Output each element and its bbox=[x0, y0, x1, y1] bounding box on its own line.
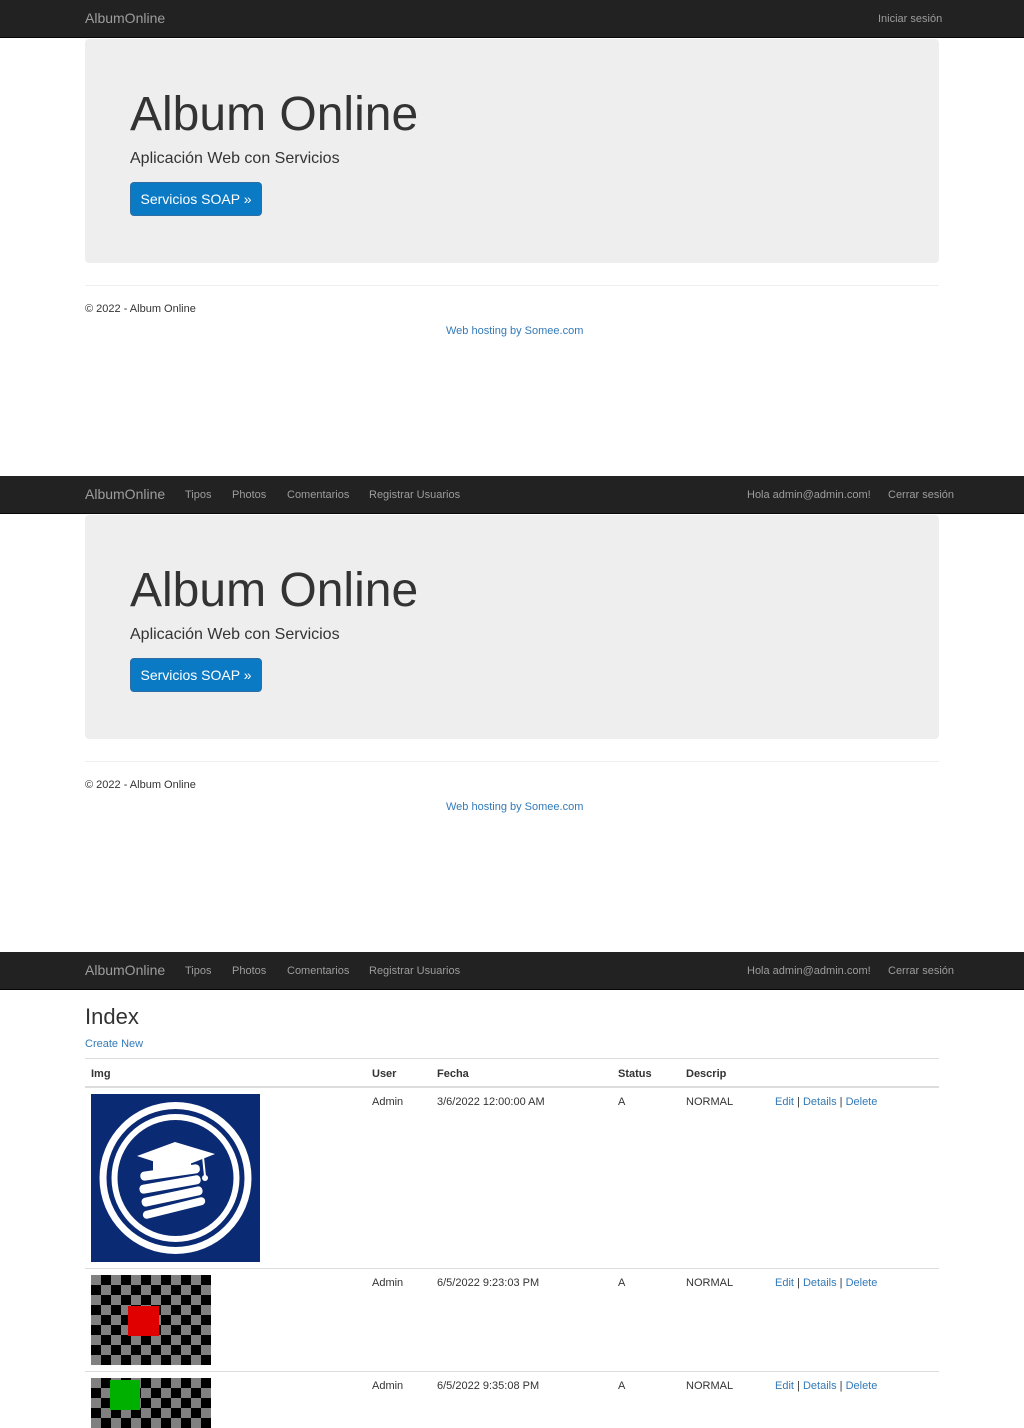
row-actions: Edit | Details | Delete bbox=[775, 1096, 877, 1108]
footer-divider bbox=[85, 285, 939, 286]
cell-user: Admin bbox=[372, 1277, 404, 1289]
row-actions: Edit | Details | Delete bbox=[775, 1380, 877, 1392]
cell-fecha: 6/5/2022 9:35:08 PM bbox=[437, 1380, 540, 1392]
cell-descrip: NORMAL bbox=[686, 1096, 734, 1108]
brand-link[interactable]: AlbumOnline bbox=[85, 10, 165, 26]
login-link[interactable]: Iniciar sesión bbox=[878, 13, 942, 25]
nav-item-tipos[interactable]: Tipos bbox=[185, 489, 212, 501]
photo-thumbnail-graduation-logo bbox=[91, 1094, 260, 1262]
user-greeting-link[interactable]: Hola admin@admin.com! bbox=[747, 489, 871, 501]
table-header-border bbox=[85, 1086, 939, 1088]
jumbotron-title: Album Online bbox=[130, 564, 419, 617]
jumbotron-lead: Aplicación Web con Servicios bbox=[130, 626, 340, 643]
screen-user-home: AlbumOnline Tipos Photos Comentarios Reg… bbox=[0, 476, 1024, 952]
separator: | bbox=[797, 1096, 800, 1108]
nav-item-comentarios[interactable]: Comentarios bbox=[287, 489, 349, 501]
cell-user: Admin bbox=[372, 1096, 404, 1108]
edit-link[interactable]: Edit bbox=[775, 1380, 794, 1392]
footer-copyright: © 2022 - Album Online bbox=[85, 303, 196, 315]
photo-thumbnail-green-square bbox=[91, 1378, 211, 1428]
cell-fecha: 6/5/2022 9:23:03 PM bbox=[437, 1277, 540, 1289]
column-header-fecha: Fecha bbox=[437, 1068, 469, 1080]
cell-status: A bbox=[618, 1277, 626, 1289]
separator: | bbox=[797, 1277, 800, 1289]
separator: | bbox=[839, 1380, 843, 1392]
edit-link[interactable]: Edit bbox=[775, 1096, 794, 1108]
nav-item-tipos[interactable]: Tipos bbox=[185, 965, 212, 977]
green-square-shape bbox=[110, 1380, 140, 1410]
cell-status: A bbox=[618, 1096, 626, 1108]
details-link[interactable]: Details bbox=[803, 1380, 837, 1392]
brand-link[interactable]: AlbumOnline bbox=[85, 962, 165, 978]
nav-item-comentarios[interactable]: Comentarios bbox=[287, 965, 349, 977]
brand-link[interactable]: AlbumOnline bbox=[85, 486, 165, 502]
photo-thumbnail-red-square bbox=[91, 1275, 211, 1365]
jumbotron: Album Online Aplicación Web con Servicio… bbox=[85, 515, 939, 739]
cell-descrip: NORMAL bbox=[686, 1380, 734, 1392]
edit-link[interactable]: Edit bbox=[775, 1277, 794, 1289]
column-header-img: Img bbox=[91, 1068, 111, 1080]
delete-link[interactable]: Delete bbox=[846, 1096, 878, 1108]
row-divider bbox=[85, 1371, 939, 1372]
navbar: AlbumOnline Iniciar sesión bbox=[0, 0, 1024, 38]
logout-link[interactable]: Cerrar sesión bbox=[888, 965, 954, 977]
column-header-user: User bbox=[372, 1068, 397, 1080]
cell-status: A bbox=[618, 1380, 626, 1392]
footer-copyright: © 2022 - Album Online bbox=[85, 779, 196, 791]
navbar: AlbumOnline Tipos Photos Comentarios Reg… bbox=[0, 952, 1024, 990]
delete-link[interactable]: Delete bbox=[846, 1277, 878, 1289]
separator: | bbox=[839, 1277, 843, 1289]
soap-services-button[interactable]: Servicios SOAP » bbox=[130, 182, 262, 216]
hosting-link[interactable]: Web hosting by Somee.com bbox=[446, 325, 583, 337]
red-square-shape bbox=[128, 1306, 159, 1336]
separator: | bbox=[797, 1380, 800, 1392]
nav-item-registrar-usuarios[interactable]: Registrar Usuarios bbox=[369, 965, 460, 977]
logout-link[interactable]: Cerrar sesión bbox=[888, 489, 954, 501]
graduation-cap-books-icon bbox=[91, 1094, 260, 1262]
delete-link[interactable]: Delete bbox=[846, 1380, 878, 1392]
table-top-border bbox=[85, 1058, 939, 1059]
details-link[interactable]: Details bbox=[803, 1096, 837, 1108]
user-greeting-link[interactable]: Hola admin@admin.com! bbox=[747, 965, 871, 977]
column-header-status: Status bbox=[618, 1068, 652, 1080]
cell-fecha: 3/6/2022 12:00:00 AM bbox=[437, 1096, 545, 1108]
cell-descrip: NORMAL bbox=[686, 1277, 734, 1289]
jumbotron-lead: Aplicación Web con Servicios bbox=[130, 150, 340, 167]
nav-item-photos[interactable]: Photos bbox=[232, 965, 266, 977]
jumbotron-title: Album Online bbox=[130, 88, 419, 141]
column-header-descrip: Descrip bbox=[686, 1068, 727, 1080]
nav-item-photos[interactable]: Photos bbox=[232, 489, 266, 501]
navbar: AlbumOnline Tipos Photos Comentarios Reg… bbox=[0, 476, 1024, 514]
row-actions: Edit | Details | Delete bbox=[775, 1277, 877, 1289]
footer-divider bbox=[85, 761, 939, 762]
row-divider bbox=[85, 1268, 939, 1269]
soap-services-button[interactable]: Servicios SOAP » bbox=[130, 658, 262, 692]
screen-guest-home: AlbumOnline Iniciar sesión Album Online … bbox=[0, 0, 1024, 476]
jumbotron: Album Online Aplicación Web con Servicio… bbox=[85, 39, 939, 263]
cell-user: Admin bbox=[372, 1380, 404, 1392]
details-link[interactable]: Details bbox=[803, 1277, 837, 1289]
page-title: Index bbox=[85, 1004, 139, 1029]
hosting-link[interactable]: Web hosting by Somee.com bbox=[446, 801, 583, 813]
nav-item-registrar-usuarios[interactable]: Registrar Usuarios bbox=[369, 489, 460, 501]
create-new-link[interactable]: Create New bbox=[85, 1038, 143, 1050]
separator: | bbox=[839, 1096, 843, 1108]
